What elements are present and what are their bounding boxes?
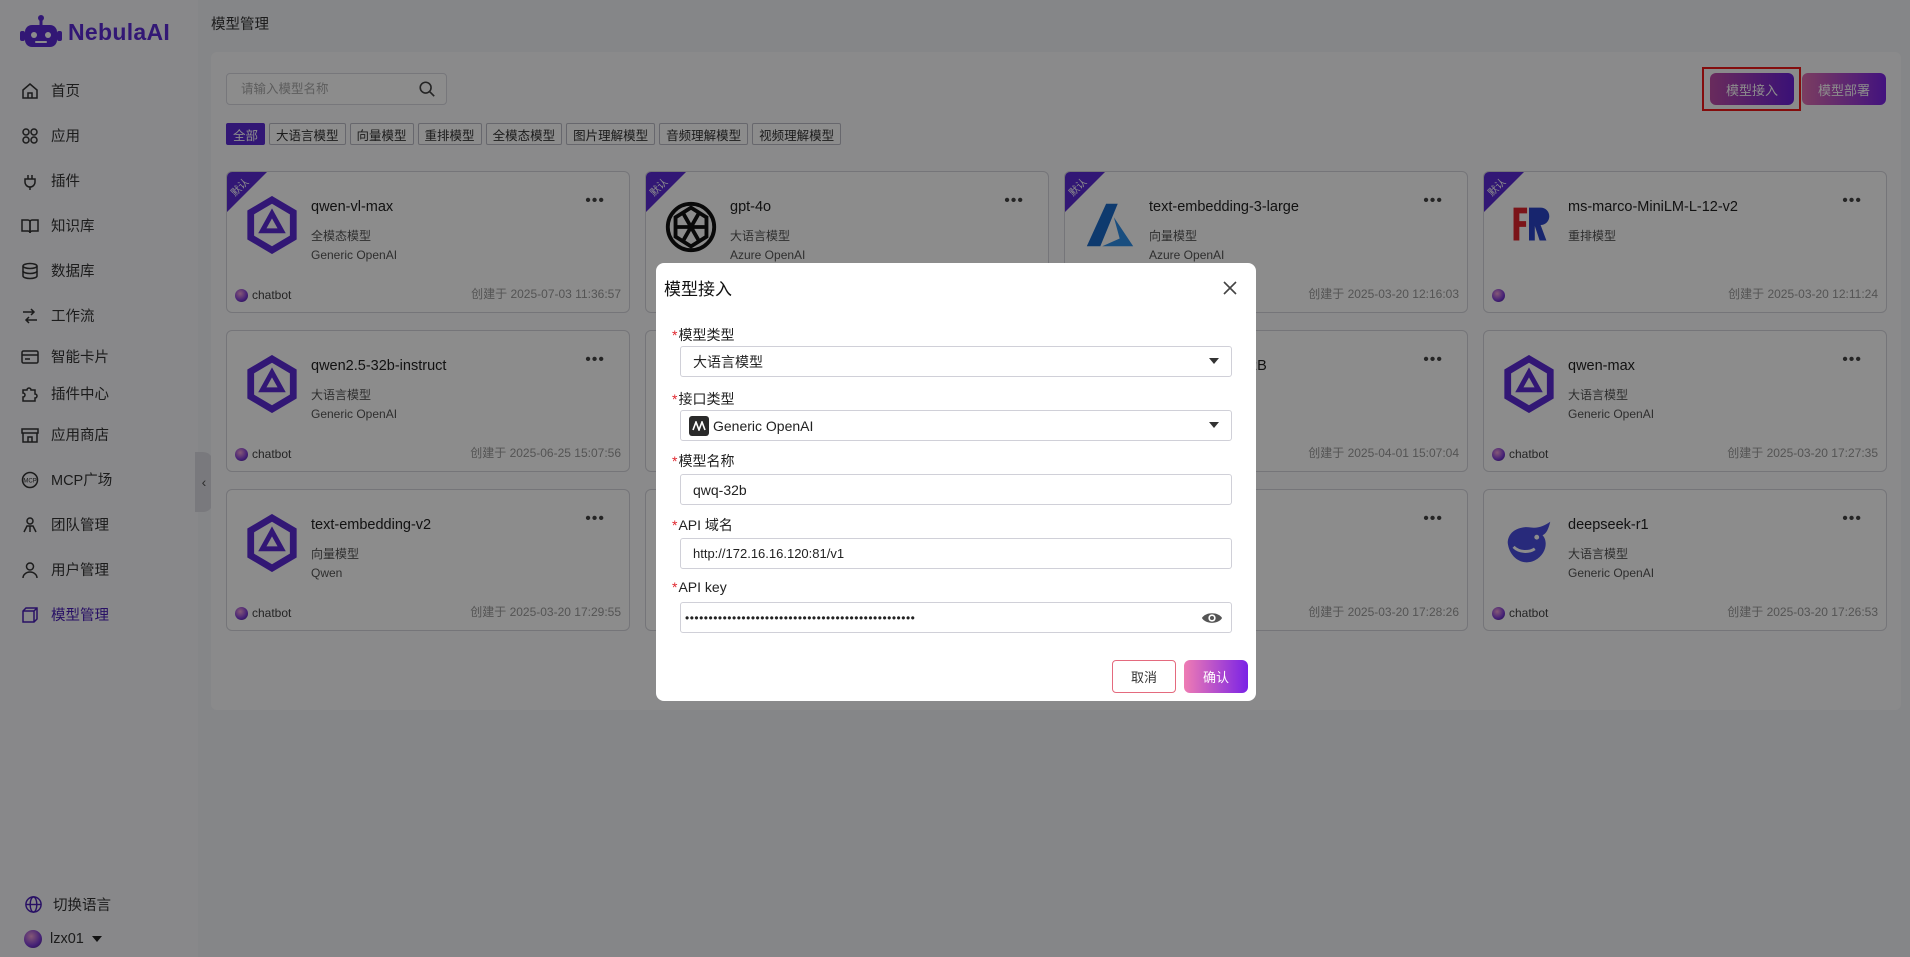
chevron-down-icon [1209, 358, 1219, 364]
dialog-title: 模型接入 [664, 280, 732, 299]
chevron-down-icon [1209, 422, 1219, 428]
confirm-button[interactable]: 确认 [1184, 660, 1248, 693]
api-type-label: *接口类型 [672, 391, 735, 407]
model-access-dialog: 模型接入 *模型类型 大语言模型 *接口类型 Generic OpenAI *模… [656, 263, 1256, 701]
model-type-label: *模型类型 [672, 327, 735, 343]
api-key-label: *API key [672, 579, 727, 595]
api-domain-value: http://172.16.16.120:81/v1 [693, 546, 845, 561]
model-name-label: *模型名称 [672, 453, 735, 469]
api-domain-label: *API 域名 [672, 517, 733, 533]
generic-openai-logo-icon [689, 415, 709, 436]
model-type-select[interactable]: 大语言模型 [680, 346, 1232, 377]
api-type-select[interactable]: Generic OpenAI [680, 410, 1232, 441]
close-icon[interactable] [1220, 278, 1240, 298]
api-key-value: ••••••••••••••••••••••••••••••••••••••••… [685, 610, 916, 625]
api-type-value: Generic OpenAI [713, 417, 814, 434]
model-name-input[interactable]: qwq-32b [680, 474, 1232, 505]
model-type-value: 大语言模型 [693, 353, 763, 370]
model-name-value: qwq-32b [693, 481, 747, 498]
cancel-button[interactable]: 取消 [1112, 660, 1176, 693]
eye-icon[interactable] [1201, 609, 1223, 627]
api-domain-input[interactable]: http://172.16.16.120:81/v1 [680, 538, 1232, 569]
api-key-input[interactable]: ••••••••••••••••••••••••••••••••••••••••… [680, 602, 1232, 633]
